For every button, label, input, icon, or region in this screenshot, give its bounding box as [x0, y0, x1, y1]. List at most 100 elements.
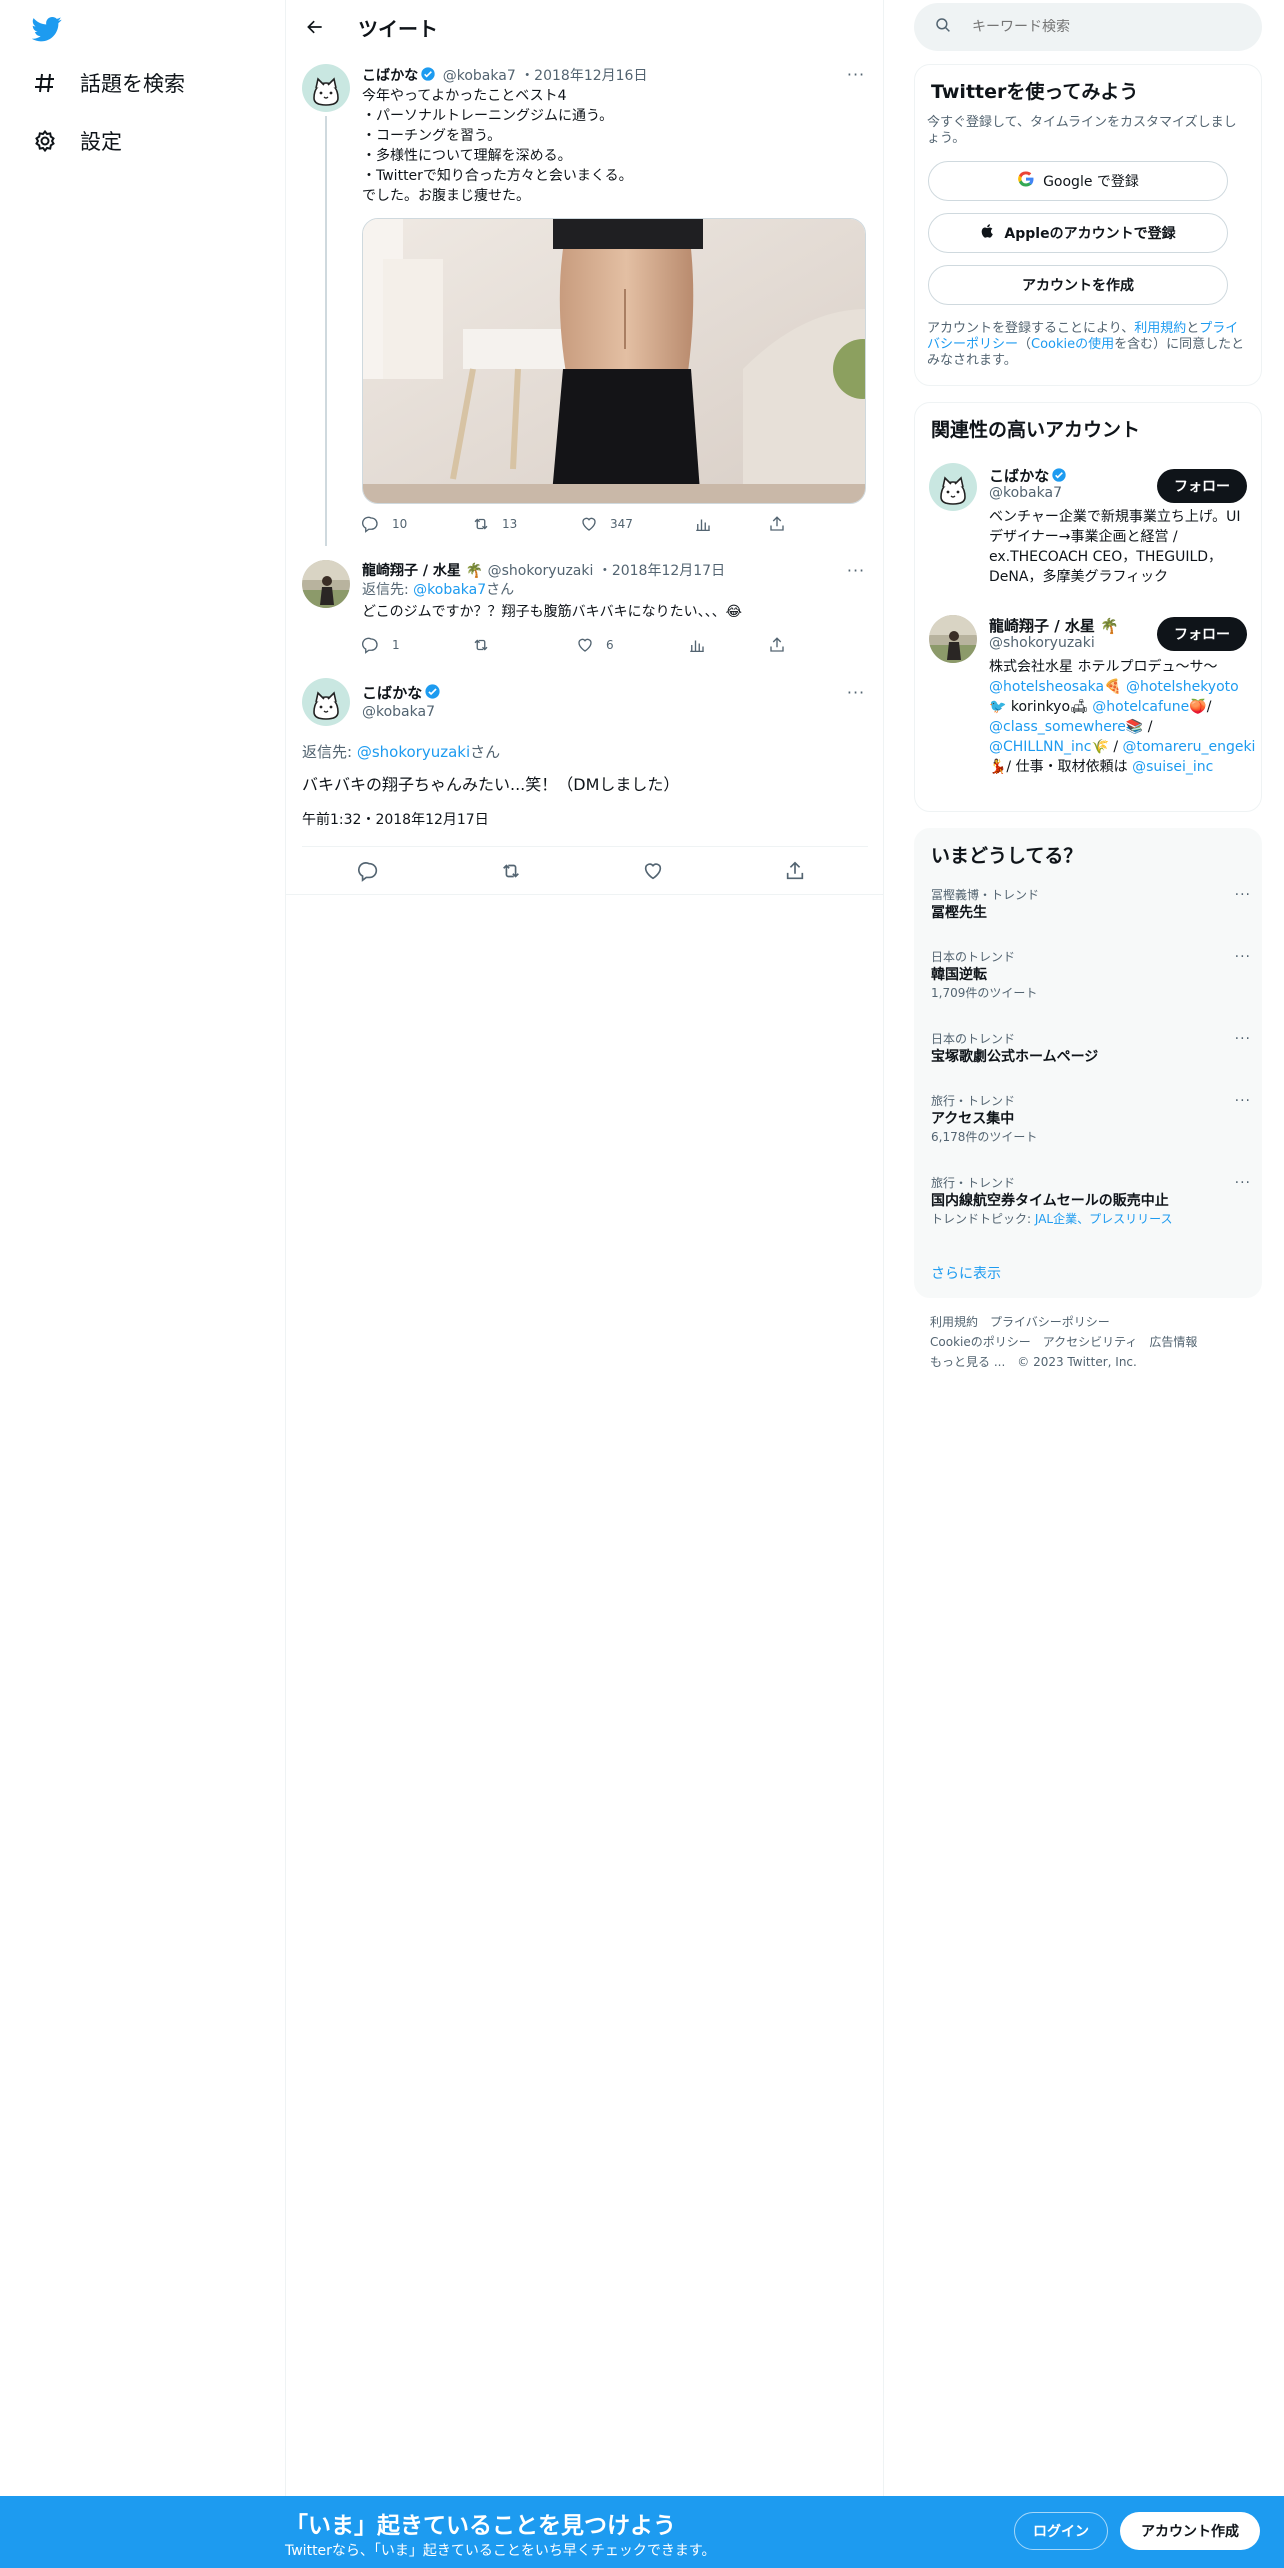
avatar[interactable]: [929, 615, 977, 663]
gear-icon: [32, 128, 58, 154]
avatar[interactable]: [302, 560, 350, 608]
mention-link[interactable]: @hotelsheosaka: [989, 679, 1104, 695]
tweet-text: どこのジムですか？？翔子も腹筋バキバキになりたい、、、😂: [362, 604, 742, 620]
mention-link[interactable]: @suisei_inc: [1132, 759, 1213, 775]
trend-item[interactable]: 旅行・トレンド アクセス集中 6,178件のツイート ···: [931, 1093, 1251, 1145]
analytics-button[interactable]: [694, 515, 712, 533]
author-handle[interactable]: @shokoryuzaki: [488, 563, 594, 579]
main-tweet-timestamp[interactable]: 午前1:32・2018年12月17日: [302, 810, 862, 830]
account-name[interactable]: こばかな: [989, 465, 1069, 487]
search-icon: [934, 16, 952, 38]
account-bio: 株式会社水星 ホテルプロデュ〜サ〜 @hotelsheosaka🍕 @hotel…: [989, 659, 1256, 775]
reply-button[interactable]: 1: [362, 636, 400, 654]
author-name[interactable]: こばかな: [362, 68, 418, 84]
follow-button[interactable]: フォロー: [1157, 617, 1247, 651]
more-options-icon[interactable]: ···: [1235, 1031, 1251, 1047]
mention-link[interactable]: @class_somewhere: [989, 719, 1126, 735]
more-options-icon[interactable]: ···: [1235, 887, 1251, 903]
follow-button[interactable]: フォロー: [1157, 469, 1247, 503]
reply-button[interactable]: 10: [362, 515, 407, 533]
more-options-icon[interactable]: ···: [846, 64, 866, 84]
cookie-link[interactable]: Cookieの使用: [1031, 337, 1114, 352]
footer-link[interactable]: 利用規約: [930, 1315, 978, 1329]
retweet-button[interactable]: 13: [472, 515, 517, 533]
retweet-button[interactable]: [472, 636, 490, 654]
heart-icon: [582, 517, 596, 531]
reply-count: 10: [392, 517, 408, 531]
tweet-text: 今年やってよかったことベスト4 ・パーソナルトレーニングジムに通う。 ・コーチン…: [362, 88, 633, 204]
footer-link[interactable]: プライバシーポリシー: [990, 1315, 1110, 1329]
login-button[interactable]: ログイン: [1014, 2512, 1108, 2550]
apple-signup-button[interactable]: Appleのアカウントで登録: [928, 213, 1228, 253]
footer-link[interactable]: アクセシビリティ: [1043, 1335, 1138, 1349]
signup-legal-text: アカウントを登録することにより、利用規約とプライバシーポリシー（Cookieの使…: [927, 321, 1245, 368]
reply-button[interactable]: [358, 860, 380, 882]
tweet-photo[interactable]: [362, 218, 866, 504]
nav-explore[interactable]: 話題を検索: [32, 68, 185, 98]
retweet-icon: [503, 864, 519, 878]
author-name[interactable]: 龍崎翔子 / 水星 🌴: [362, 563, 483, 579]
related-accounts-title: 関連性の高いアカウント: [931, 419, 1141, 441]
account-name[interactable]: 龍崎翔子 / 水星 🌴: [989, 615, 1119, 636]
tweet-header: こばかな @kobaka7 ・2018年12月16日: [362, 65, 647, 86]
tweet-date[interactable]: ・2018年12月17日: [598, 563, 725, 579]
more-options-icon[interactable]: ···: [846, 682, 866, 702]
mention-link[interactable]: @shokoryuzaki: [357, 743, 470, 761]
reply-icon: [362, 516, 378, 533]
show-more-link[interactable]: さらに表示: [931, 1263, 1001, 1283]
search-input[interactable]: [972, 19, 1232, 35]
copyright: © 2023 Twitter, Inc.: [1017, 1355, 1137, 1369]
banner-subtitle: Twitterなら、「いま」起きていることをいち早くチェックできます。: [285, 2543, 716, 2559]
mention-link[interactable]: @hotelcafune: [1092, 699, 1189, 715]
more-options-icon[interactable]: ···: [1235, 1093, 1251, 1109]
footer-links: 利用規約 プライバシーポリシー Cookieのポリシー アクセシビリティ 広告情報 も…: [930, 1312, 1250, 1372]
page-header: ツイート: [286, 0, 884, 54]
avatar[interactable]: [302, 64, 350, 112]
retweet-button[interactable]: [500, 860, 522, 882]
mention-link[interactable]: @tomareru_engeki: [1123, 739, 1256, 755]
reply-icon: [362, 637, 378, 654]
create-account-label: アカウントを作成: [1022, 278, 1134, 294]
trend-item[interactable]: 日本のトレンド 宝塚歌劇公式ホームページ ···: [931, 1031, 1251, 1067]
account-handle[interactable]: @shokoryuzaki: [989, 635, 1095, 651]
more-options-icon[interactable]: ···: [1235, 1175, 1251, 1191]
footer-link[interactable]: 広告情報: [1149, 1335, 1197, 1349]
footer-link[interactable]: もっと見る ...: [930, 1355, 1005, 1369]
author-name[interactable]: こばかな: [362, 684, 422, 702]
avatar[interactable]: [929, 463, 977, 511]
mention-link[interactable]: @hotelshekyoto: [1126, 679, 1239, 695]
nav-settings[interactable]: 設定: [32, 126, 122, 156]
create-account-button[interactable]: アカウントを作成: [928, 265, 1228, 305]
trend-item[interactable]: 冨樫義博・トレンド 冨樫先生 ···: [931, 887, 1251, 923]
share-button[interactable]: [768, 636, 786, 654]
like-button[interactable]: 6: [576, 636, 614, 654]
back-arrow-icon[interactable]: [302, 14, 328, 40]
like-count: 347: [610, 517, 633, 531]
author-handle[interactable]: @kobaka7: [362, 704, 435, 720]
more-options-icon[interactable]: ···: [1235, 949, 1251, 965]
more-options-icon[interactable]: ···: [846, 560, 866, 580]
related-accounts-card: 関連性の高いアカウント こばかな @kobaka7 フォロー ベンチャー企業で新…: [914, 402, 1262, 812]
search-box[interactable]: [914, 3, 1262, 51]
avatar[interactable]: [302, 678, 350, 726]
google-icon: [1017, 170, 1035, 192]
like-button[interactable]: [642, 860, 664, 882]
account-handle[interactable]: @kobaka7: [989, 485, 1062, 501]
analytics-button[interactable]: [688, 636, 706, 654]
trend-item[interactable]: 日本のトレンド 韓国逆転 1,709件のツイート ···: [931, 949, 1251, 1001]
share-button[interactable]: [768, 515, 786, 533]
trend-topic-links[interactable]: JAL企業、プレスリリース: [1035, 1212, 1173, 1226]
tweet-date[interactable]: ・2018年12月16日: [520, 68, 647, 84]
signup-button[interactable]: アカウント作成: [1120, 2512, 1260, 2550]
terms-link[interactable]: 利用規約: [1134, 321, 1186, 336]
google-signup-button[interactable]: Google で登録: [928, 161, 1228, 201]
retweet-icon: [474, 639, 488, 651]
like-button[interactable]: 347: [580, 515, 633, 533]
footer-link[interactable]: Cookieのポリシー: [930, 1335, 1031, 1349]
trend-item[interactable]: 旅行・トレンド 国内線航空券タイムセールの販売中止 トレンドトピック: JAL企…: [931, 1175, 1251, 1227]
mention-link[interactable]: @CHILLNN_inc: [989, 739, 1091, 755]
twitter-logo-icon[interactable]: [31, 14, 62, 44]
share-button[interactable]: [784, 860, 806, 882]
author-handle[interactable]: @kobaka7: [443, 68, 516, 84]
mention-link[interactable]: @kobaka7: [413, 582, 486, 598]
